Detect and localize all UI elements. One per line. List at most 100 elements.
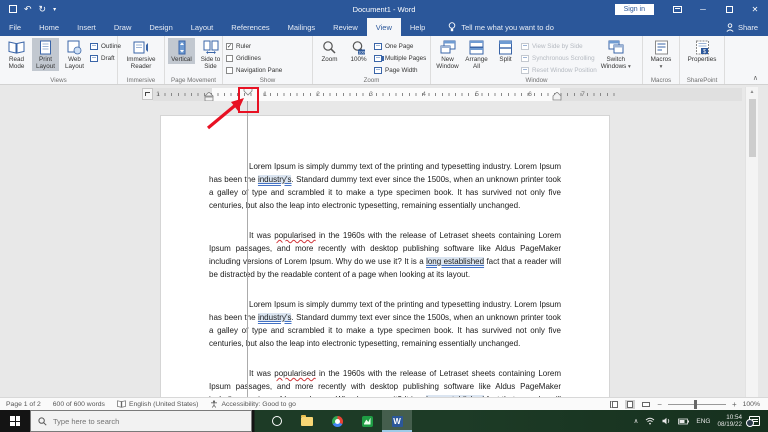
folder-icon bbox=[301, 417, 313, 426]
navigation-pane-checkbox[interactable]: Navigation Pane bbox=[226, 65, 282, 75]
tab-selector[interactable] bbox=[142, 88, 153, 100]
read-mode-view-button[interactable] bbox=[609, 400, 619, 409]
indent-guide-line bbox=[247, 101, 248, 397]
scroll-up-icon[interactable]: ▲ bbox=[746, 87, 758, 95]
tab-view[interactable]: View bbox=[367, 18, 401, 36]
properties-button[interactable]: $ Properties bbox=[683, 38, 721, 64]
page-width-label: Page Width bbox=[385, 67, 418, 74]
page-indicator[interactable]: Page 1 of 2 bbox=[6, 401, 41, 408]
collapse-ribbon-button[interactable]: ∧ bbox=[753, 74, 758, 82]
zoom-slider[interactable] bbox=[668, 404, 726, 405]
view-side-by-side-icon bbox=[521, 43, 529, 50]
sign-in-button[interactable]: Sign in bbox=[615, 4, 654, 15]
wifi-icon[interactable] bbox=[645, 417, 655, 425]
zoom-slider-thumb[interactable] bbox=[694, 400, 697, 409]
word-taskbar-button[interactable]: W bbox=[382, 410, 412, 432]
zoom-in-button[interactable]: + bbox=[732, 400, 737, 409]
zoom-percentage[interactable]: 100% bbox=[743, 401, 760, 408]
ruler-checkbox[interactable]: ✓Ruler bbox=[226, 41, 282, 51]
page-movement-group-label: Page Movement bbox=[165, 77, 222, 84]
paragraph[interactable]: Lorem Ipsum is simply dummy text of the … bbox=[209, 298, 561, 350]
search-input[interactable] bbox=[53, 417, 223, 426]
views-group: Read Mode Print Layout Web Layout Outlin… bbox=[0, 36, 118, 84]
synchronous-scrolling-icon bbox=[521, 55, 529, 62]
zoom-out-button[interactable]: − bbox=[657, 400, 662, 409]
immersive-reader-button[interactable]: Immersive Reader bbox=[121, 38, 161, 71]
start-button[interactable] bbox=[0, 410, 30, 432]
read-mode-icon bbox=[8, 40, 25, 55]
tab-design[interactable]: Design bbox=[140, 18, 181, 36]
hidden-icons-chevron[interactable]: ∧ bbox=[634, 417, 639, 425]
multiple-pages-button[interactable]: Multiple Pages bbox=[374, 53, 426, 63]
ruler-number: 4 bbox=[422, 91, 426, 98]
new-window-button[interactable]: New Window bbox=[434, 38, 461, 71]
taskbar-clock[interactable]: 10:54 08/19/22 bbox=[717, 414, 742, 428]
green-app-icon bbox=[362, 416, 373, 427]
proofing-status[interactable]: English (United States) bbox=[117, 400, 199, 408]
split-button[interactable]: Split bbox=[492, 38, 519, 64]
tab-references[interactable]: References bbox=[222, 18, 278, 36]
print-layout-view-button[interactable] bbox=[625, 400, 635, 409]
title-bar: ↶ ↻ ▾ Document1 - Word Sign in ─ ✕ bbox=[0, 0, 768, 18]
paragraph[interactable]: It was popularised in the 1960s with the… bbox=[209, 367, 561, 397]
restore-button[interactable] bbox=[716, 0, 742, 18]
print-layout-button[interactable]: Print Layout bbox=[32, 38, 59, 71]
minimize-button[interactable]: ─ bbox=[690, 0, 716, 18]
speaker-icon[interactable] bbox=[662, 417, 671, 425]
outline-button[interactable]: Outline bbox=[90, 41, 121, 51]
file-explorer-button[interactable] bbox=[292, 410, 322, 432]
tab-review[interactable]: Review bbox=[324, 18, 367, 36]
chrome-button[interactable] bbox=[322, 410, 352, 432]
gridlines-checkbox[interactable]: Gridlines bbox=[226, 53, 282, 63]
save-icon[interactable] bbox=[9, 5, 17, 13]
tab-file[interactable]: File bbox=[0, 18, 30, 36]
accessibility-status[interactable]: Accessibility: Good to go bbox=[210, 400, 295, 408]
vertical-scrollbar[interactable]: ▲ bbox=[745, 87, 758, 397]
tab-help[interactable]: Help bbox=[401, 18, 434, 36]
document-content[interactable]: Lorem Ipsum is simply dummy text of the … bbox=[161, 116, 609, 397]
side-to-side-button[interactable]: Side to Side bbox=[197, 38, 224, 71]
tab-home[interactable]: Home bbox=[30, 18, 68, 36]
one-page-button[interactable]: One Page bbox=[374, 41, 426, 51]
windows-logo-icon bbox=[10, 416, 20, 426]
snipping-app-button[interactable] bbox=[352, 410, 382, 432]
notification-center-icon[interactable] bbox=[749, 416, 760, 426]
ribbon-display-options-button[interactable] bbox=[664, 0, 690, 18]
ruler-number: 7 bbox=[581, 91, 585, 98]
vertical-button[interactable]: Vertical bbox=[168, 38, 195, 64]
tell-me-box[interactable]: Tell me what you want to do bbox=[448, 18, 554, 36]
battery-icon[interactable] bbox=[678, 418, 689, 425]
redo-icon[interactable]: ↻ bbox=[39, 4, 47, 15]
text-run: It was bbox=[249, 369, 274, 378]
tab-layout[interactable]: Layout bbox=[182, 18, 223, 36]
read-mode-button[interactable]: Read Mode bbox=[3, 38, 30, 71]
paragraph[interactable]: It was popularised in the 1960s with the… bbox=[209, 229, 561, 281]
cortana-button[interactable] bbox=[262, 410, 292, 432]
page-width-button[interactable]: Page Width bbox=[374, 65, 426, 75]
switch-windows-button[interactable]: Switch Windows ▾ bbox=[599, 38, 633, 71]
tab-mailings[interactable]: Mailings bbox=[279, 18, 325, 36]
web-layout-view-button[interactable] bbox=[641, 400, 651, 409]
scrollbar-thumb[interactable] bbox=[749, 99, 756, 157]
zoom-100-button[interactable]: 100 100% bbox=[345, 38, 372, 64]
ruler-number: 1 bbox=[263, 91, 267, 98]
macros-button[interactable]: Macros ▾ bbox=[646, 38, 676, 71]
close-button[interactable]: ✕ bbox=[742, 0, 768, 18]
undo-icon[interactable]: ↶ bbox=[24, 4, 32, 15]
tab-insert[interactable]: Insert bbox=[68, 18, 105, 36]
taskbar-search[interactable] bbox=[30, 410, 252, 432]
share-button[interactable]: Share bbox=[726, 18, 758, 36]
outline-icon bbox=[90, 43, 98, 50]
paragraph[interactable]: Lorem Ipsum is simply dummy text of the … bbox=[209, 160, 561, 212]
zoom-button[interactable]: Zoom bbox=[316, 38, 343, 64]
draft-button[interactable]: Draft bbox=[90, 53, 121, 63]
document-area[interactable]: Lorem Ipsum is simply dummy text of the … bbox=[0, 101, 745, 397]
qat-customize-icon[interactable]: ▾ bbox=[53, 6, 56, 13]
web-layout-button[interactable]: Web Layout bbox=[61, 38, 88, 71]
document-page[interactable]: Lorem Ipsum is simply dummy text of the … bbox=[160, 115, 610, 397]
tab-draw[interactable]: Draw bbox=[105, 18, 141, 36]
language-tray-indicator[interactable]: ENG bbox=[696, 418, 710, 425]
right-indent-marker[interactable] bbox=[552, 92, 562, 101]
word-count[interactable]: 600 of 600 words bbox=[53, 401, 105, 408]
arrange-all-button[interactable]: Arrange All bbox=[463, 38, 490, 71]
